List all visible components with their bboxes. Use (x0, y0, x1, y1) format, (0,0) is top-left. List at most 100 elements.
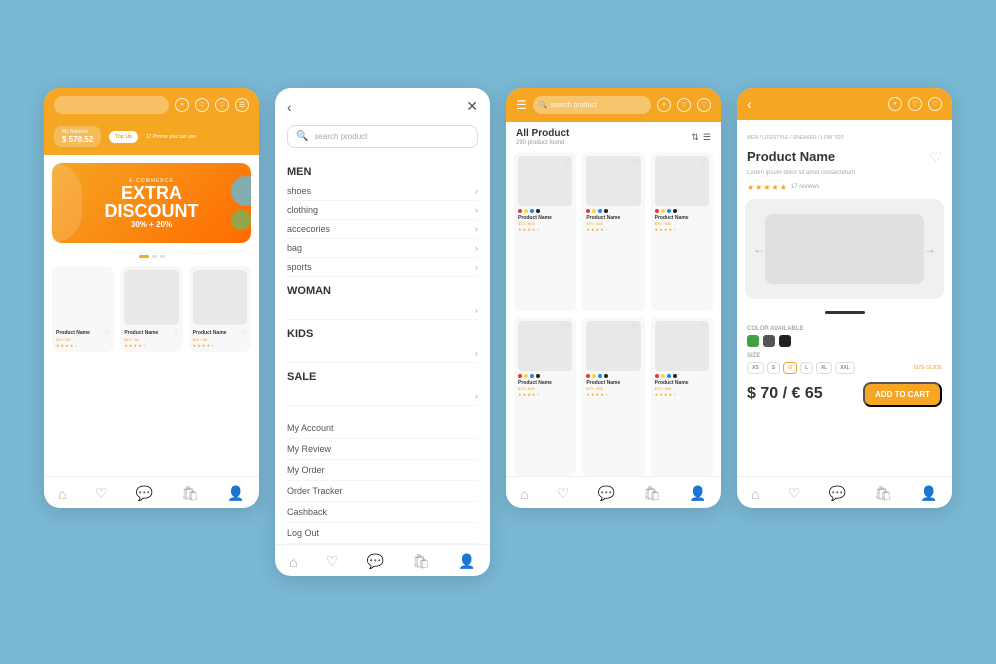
s3-product-1[interactable]: ♡ Product Name $70 / €65 ★★★★★ (514, 152, 576, 311)
nav-chat-icon[interactable]: 💬 (598, 485, 615, 502)
nav-person-icon[interactable]: 👤 (920, 485, 937, 502)
menu-item-clothing[interactable]: clothing › (287, 201, 478, 220)
nav-chat-icon[interactable]: 💬 (367, 553, 384, 570)
nav-bag-icon[interactable]: 🛍 (412, 553, 430, 570)
person-icon[interactable]: ⚬ (175, 98, 189, 112)
add-to-cart-button[interactable]: ADD TO CART (863, 382, 942, 407)
menu-item-kids[interactable]: › (287, 344, 478, 363)
menu-item-bag[interactable]: bag › (287, 239, 478, 258)
size-xs[interactable]: XS (747, 362, 764, 374)
dot-2[interactable] (152, 255, 157, 258)
s3-product-5[interactable]: ♡ Product Name $70 / €65 ★★★★★ (582, 317, 644, 476)
next-image-button[interactable]: → (924, 242, 936, 256)
product-card-3[interactable]: Product Name ♡ $10 / €8 ★★★★★ (189, 266, 251, 352)
size-guide-link[interactable]: SIZE GUIDE (914, 365, 942, 371)
nav-heart-icon[interactable]: ♡ (326, 553, 339, 570)
back-icon[interactable]: ‹ (747, 96, 752, 112)
s3-product-4[interactable]: ♡ Product Name $70 / €65 ★★★★★ (514, 317, 576, 476)
s3-heart-2[interactable]: ♡ (631, 158, 638, 167)
swatch-green[interactable] (747, 335, 759, 347)
nav-home-icon[interactable]: ⌂ (289, 554, 297, 570)
close-icon[interactable]: ✕ (466, 98, 478, 115)
screen-menu: ‹ ✕ 🔍 search product MEN shoes › clothin… (275, 88, 490, 576)
nav-home-icon[interactable]: ⌂ (751, 486, 759, 502)
s3-product-3[interactable]: ♡ Product Name $70 / €65 ★★★★★ (651, 152, 713, 311)
menu-item-sports[interactable]: sports › (287, 258, 478, 277)
product-wishlist-icon[interactable]: ♡ (929, 149, 942, 166)
hamburger-icon[interactable]: ☰ (516, 98, 527, 112)
product-card-2[interactable]: Product Name ♡ $10 / €8 ★★★★★ (120, 266, 182, 352)
size-xxl[interactable]: XXL (835, 362, 854, 374)
menu-item-sale[interactable]: › (287, 387, 478, 406)
dot-1[interactable] (139, 255, 149, 258)
s3-product-6[interactable]: ♡ Product Name $70 / €65 ★★★★★ (651, 317, 713, 476)
s3-product-2[interactable]: ♡ Product Name $70 / €65 ★★★★★ (582, 152, 644, 311)
nav-heart-icon[interactable]: ♡ (557, 485, 570, 502)
size-l[interactable]: L (800, 362, 813, 374)
heart-icon[interactable]: ♡ (908, 97, 922, 111)
dot-3[interactable] (160, 255, 165, 258)
nav-chat-icon[interactable]: 💬 (829, 485, 846, 502)
nav-person-icon[interactable]: 👤 (689, 485, 706, 502)
s3-heart-4[interactable]: ♡ (563, 323, 570, 332)
link-my-order[interactable]: My Order (287, 460, 478, 481)
s3-colors-2 (586, 209, 640, 213)
products-search-bar[interactable]: 🔍 search product (533, 96, 651, 114)
menu-item-shoes[interactable]: shoes › (287, 182, 478, 201)
size-xl[interactable]: XL (816, 362, 832, 374)
sort-icon[interactable]: ⇅ (691, 132, 699, 143)
s3-heart-5[interactable]: ♡ (631, 323, 638, 332)
size-s[interactable]: S (767, 362, 780, 374)
swatch-black[interactable] (779, 335, 791, 347)
heart-icon[interactable]: ♡ (195, 98, 209, 112)
nav-heart-icon[interactable]: ♡ (788, 485, 801, 502)
arrow-clothing: › (475, 205, 478, 215)
link-my-account[interactable]: My Account (287, 418, 478, 439)
menu-icon[interactable]: ☰ (235, 98, 249, 112)
link-log-out[interactable]: Log Out (287, 523, 478, 544)
s3-heart-6[interactable]: ♡ (700, 323, 707, 332)
product-heart-3[interactable]: ♡ (241, 329, 247, 337)
color-black (536, 374, 540, 378)
person-icon[interactable]: ⚬ (888, 97, 902, 111)
heart-icon[interactable]: ♡ (677, 98, 691, 112)
color-section: COLOR AVAILABLE (737, 322, 952, 351)
bag-icon[interactable]: ♡ (928, 97, 942, 111)
nav-bag-icon[interactable]: 🛍 (181, 485, 199, 502)
swatch-gray[interactable] (763, 335, 775, 347)
home-search-bar[interactable] (54, 96, 169, 114)
nav-home-icon[interactable]: ⌂ (58, 486, 66, 502)
size-m[interactable]: M (783, 362, 797, 374)
product-heart-2[interactable]: ♡ (172, 329, 178, 337)
nav-chat-icon[interactable]: 💬 (136, 485, 153, 502)
menu-item-accessories[interactable]: accecories › (287, 220, 478, 239)
product-card-1[interactable]: Product Name ♡ $10 / €8 ★ ★ ★ ★ ★ (52, 266, 114, 352)
arrow-shoes: › (475, 186, 478, 196)
detail-header-icons: ⚬ ♡ ♡ (888, 97, 942, 111)
nav-bag-icon[interactable]: 🛍 (874, 485, 892, 502)
person-icon[interactable]: ⚬ (657, 98, 671, 112)
menu-item-woman[interactable]: › (287, 301, 478, 320)
nav-bag-icon[interactable]: 🛍 (643, 485, 661, 502)
nav-home-icon[interactable]: ⌂ (520, 486, 528, 502)
back-icon[interactable]: ‹ (287, 99, 292, 115)
bag-icon[interactable]: ♡ (215, 98, 229, 112)
menu-search[interactable]: 🔍 search product (287, 125, 478, 148)
filter-icon[interactable]: ☰ (703, 132, 711, 143)
nav-person-icon[interactable]: 👤 (458, 553, 475, 570)
banner-decoration (52, 163, 82, 243)
nav-person-icon[interactable]: 👤 (227, 485, 244, 502)
bag-icon[interactable]: ♡ (697, 98, 711, 112)
link-cashback[interactable]: Cashback (287, 502, 478, 523)
product-title-row: Product Name ♡ (737, 147, 952, 168)
prev-image-button[interactable]: ← (753, 242, 765, 256)
product-heart-1[interactable]: ♡ (104, 329, 110, 337)
s3-heart-1[interactable]: ♡ (563, 158, 570, 167)
link-order-tracker[interactable]: Order Tracker (287, 481, 478, 502)
nav-heart-icon[interactable]: ♡ (95, 485, 108, 502)
top-up-button[interactable]: Top Up (109, 131, 138, 143)
s3-heart-3[interactable]: ♡ (700, 158, 707, 167)
link-my-review[interactable]: My Review (287, 439, 478, 460)
menu-label-accessories: accecories (287, 224, 330, 234)
screen-all-products: ☰ 🔍 search product ⚬ ♡ ♡ All Product 290… (506, 88, 721, 508)
